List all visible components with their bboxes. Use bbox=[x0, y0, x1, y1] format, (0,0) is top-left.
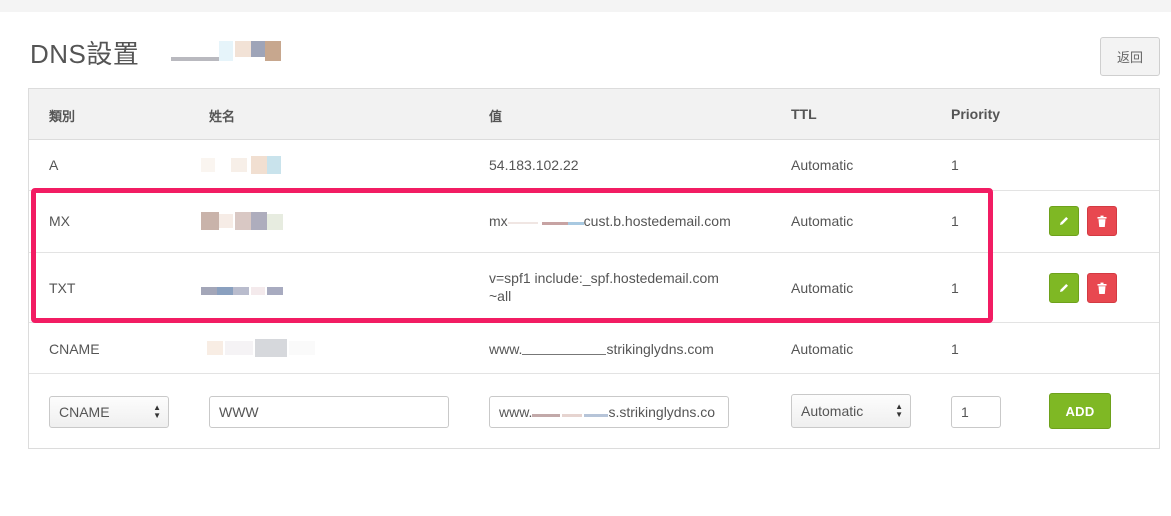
trash-icon bbox=[1097, 282, 1107, 294]
header-name: 姓名 bbox=[209, 110, 236, 125]
record-type: MX bbox=[49, 213, 70, 229]
header-ttl: TTL bbox=[791, 106, 817, 122]
select-arrows-icon: ▲ ▼ bbox=[153, 403, 161, 420]
priority-input[interactable] bbox=[961, 404, 1000, 420]
trash-icon bbox=[1097, 215, 1107, 227]
record-ttl: Automatic bbox=[791, 280, 854, 296]
table-row-mx: MX mx cust.b.hostedemail.com Automatic 1 bbox=[29, 191, 1159, 253]
table-row-txt: TXT v=spf1 include:_spf.hostedemail.com ~… bbox=[29, 253, 1159, 323]
record-value: v=spf1 include:_spf.hostedemail.com ~all bbox=[489, 270, 719, 304]
redacted-name bbox=[201, 212, 291, 230]
add-record-button[interactable]: ADD bbox=[1049, 393, 1111, 429]
table-header: 類別 姓名 值 TTL Priority bbox=[29, 89, 1159, 140]
redacted-domain bbox=[163, 41, 282, 63]
select-arrows-icon: ▲ ▼ bbox=[895, 402, 903, 419]
record-type: CNAME bbox=[49, 341, 100, 357]
delete-txt-button[interactable] bbox=[1087, 273, 1117, 303]
redacted-name bbox=[201, 156, 291, 174]
record-value: mx cust.b.hostedemail.com bbox=[489, 213, 731, 229]
edit-mx-button[interactable] bbox=[1049, 206, 1079, 236]
redacted-name bbox=[201, 339, 321, 357]
redacted-name bbox=[201, 287, 291, 297]
pencil-icon bbox=[1060, 217, 1068, 225]
record-value: www. strikinglydns.com bbox=[489, 341, 714, 357]
back-button[interactable]: 返回 bbox=[1100, 37, 1160, 76]
record-priority: 1 bbox=[951, 213, 959, 229]
edit-txt-button[interactable] bbox=[1049, 273, 1079, 303]
table-row-cname: CNAME www. strikinglydns.com Automatic 1 bbox=[29, 323, 1159, 374]
ttl-select[interactable]: Automatic ▲ ▼ bbox=[791, 394, 911, 428]
delete-mx-button[interactable] bbox=[1087, 206, 1117, 236]
record-priority: 1 bbox=[951, 341, 959, 357]
record-priority: 1 bbox=[951, 280, 959, 296]
header-priority: Priority bbox=[951, 106, 1001, 122]
record-priority: 1 bbox=[951, 157, 959, 173]
table-row-a: A 54.183.102.22 Automatic 1 bbox=[29, 140, 1159, 191]
name-input[interactable] bbox=[219, 404, 448, 420]
header-value: 值 bbox=[489, 110, 503, 125]
top-bar bbox=[0, 0, 1171, 12]
pencil-icon bbox=[1060, 284, 1068, 292]
record-ttl: Automatic bbox=[791, 341, 854, 357]
value-field[interactable]: www. s.strikinglydns.co bbox=[489, 396, 729, 428]
record-value: 54.183.102.22 bbox=[489, 157, 579, 173]
page-title: DNS設置 bbox=[30, 38, 140, 69]
record-ttl: Automatic bbox=[791, 213, 854, 229]
name-field[interactable] bbox=[209, 396, 449, 428]
new-record-row: CNAME ▲▼ www.s.strikinglydns.co Automati… bbox=[29, 374, 1159, 448]
priority-field[interactable] bbox=[951, 396, 1001, 428]
type-select[interactable]: CNAME ▲ ▼ bbox=[49, 396, 169, 428]
record-type: A bbox=[49, 157, 59, 173]
record-type: TXT bbox=[49, 280, 76, 296]
redacted-value bbox=[532, 406, 609, 418]
record-ttl: Automatic bbox=[791, 157, 854, 173]
dns-records-table: 類別 姓名 值 TTL Priority A 54.183.102.22 Aut… bbox=[28, 88, 1160, 449]
page-header: DNS設置 bbox=[30, 34, 282, 70]
header-type: 類別 bbox=[49, 110, 76, 125]
